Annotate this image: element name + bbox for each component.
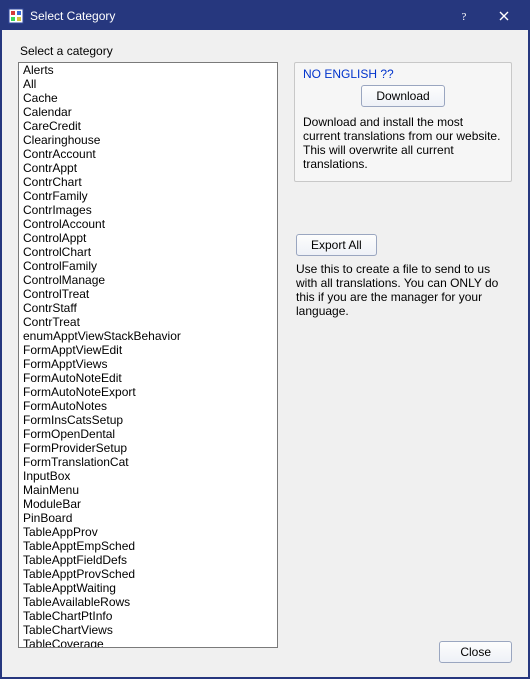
- export-description: Use this to create a file to send to us …: [296, 262, 512, 318]
- list-item[interactable]: FormApptViews: [19, 357, 277, 371]
- close-window-button[interactable]: [484, 3, 524, 29]
- list-item[interactable]: ContrStaff: [19, 301, 277, 315]
- svg-text:?: ?: [462, 11, 467, 22]
- list-item[interactable]: CareCredit: [19, 119, 277, 133]
- list-item[interactable]: TableChartPtInfo: [19, 609, 277, 623]
- list-item[interactable]: ControlChart: [19, 245, 277, 259]
- list-item[interactable]: FormInsCatsSetup: [19, 413, 277, 427]
- list-item[interactable]: TableApptWaiting: [19, 581, 277, 595]
- list-item[interactable]: ControlAppt: [19, 231, 277, 245]
- no-english-title: NO ENGLISH ??: [303, 67, 503, 81]
- list-item[interactable]: FormProviderSetup: [19, 441, 277, 455]
- list-item[interactable]: All: [19, 77, 277, 91]
- list-item[interactable]: TableCoverage: [19, 637, 277, 648]
- list-item[interactable]: ControlFamily: [19, 259, 277, 273]
- list-item[interactable]: FormOpenDental: [19, 427, 277, 441]
- app-icon: [8, 8, 24, 24]
- download-description: Download and install the most current tr…: [303, 115, 503, 171]
- right-column: NO ENGLISH ?? Download Download and inst…: [294, 62, 512, 663]
- list-item[interactable]: TableAppProv: [19, 525, 277, 539]
- client-area: Select a category AlertsAllCacheCalendar…: [2, 30, 528, 677]
- help-button[interactable]: ?: [444, 3, 484, 29]
- list-item[interactable]: TableApptEmpSched: [19, 539, 277, 553]
- list-item[interactable]: FormApptViewEdit: [19, 343, 277, 357]
- list-item[interactable]: ContrTreat: [19, 315, 277, 329]
- list-item[interactable]: ControlTreat: [19, 287, 277, 301]
- list-item[interactable]: ContrChart: [19, 175, 277, 189]
- list-item[interactable]: TableApptProvSched: [19, 567, 277, 581]
- category-listbox[interactable]: AlertsAllCacheCalendarCareCreditClearing…: [18, 62, 278, 648]
- titlebar: Select Category ?: [2, 2, 528, 30]
- select-category-label: Select a category: [20, 44, 512, 58]
- list-item[interactable]: MainMenu: [19, 483, 277, 497]
- list-item[interactable]: Alerts: [19, 63, 277, 77]
- list-item[interactable]: ControlAccount: [19, 217, 277, 231]
- download-button[interactable]: Download: [361, 85, 444, 107]
- list-item[interactable]: FormAutoNoteExport: [19, 385, 277, 399]
- window-title: Select Category: [30, 9, 444, 23]
- list-item[interactable]: ContrImages: [19, 203, 277, 217]
- list-item[interactable]: TableApptFieldDefs: [19, 553, 277, 567]
- list-item[interactable]: ContrFamily: [19, 189, 277, 203]
- list-item[interactable]: InputBox: [19, 469, 277, 483]
- list-item[interactable]: ControlManage: [19, 273, 277, 287]
- list-item[interactable]: ContrAppt: [19, 161, 277, 175]
- main-row: AlertsAllCacheCalendarCareCreditClearing…: [18, 62, 512, 663]
- list-item[interactable]: Cache: [19, 91, 277, 105]
- close-button[interactable]: Close: [439, 641, 512, 663]
- list-item[interactable]: TableAvailableRows: [19, 595, 277, 609]
- export-all-button[interactable]: Export All: [296, 234, 377, 256]
- list-item[interactable]: FormAutoNoteEdit: [19, 371, 277, 385]
- dialog-window: Select Category ? Select a category Aler…: [0, 0, 530, 679]
- list-item[interactable]: PinBoard: [19, 511, 277, 525]
- list-item[interactable]: ModuleBar: [19, 497, 277, 511]
- export-section: Export All Use this to create a file to …: [296, 234, 512, 318]
- list-item[interactable]: enumApptViewStackBehavior: [19, 329, 277, 343]
- list-item[interactable]: FormTranslationCat: [19, 455, 277, 469]
- list-item[interactable]: ContrAccount: [19, 147, 277, 161]
- no-english-group: NO ENGLISH ?? Download Download and inst…: [294, 62, 512, 182]
- list-item[interactable]: Clearinghouse: [19, 133, 277, 147]
- list-item[interactable]: TableChartViews: [19, 623, 277, 637]
- list-item[interactable]: Calendar: [19, 105, 277, 119]
- list-item[interactable]: FormAutoNotes: [19, 399, 277, 413]
